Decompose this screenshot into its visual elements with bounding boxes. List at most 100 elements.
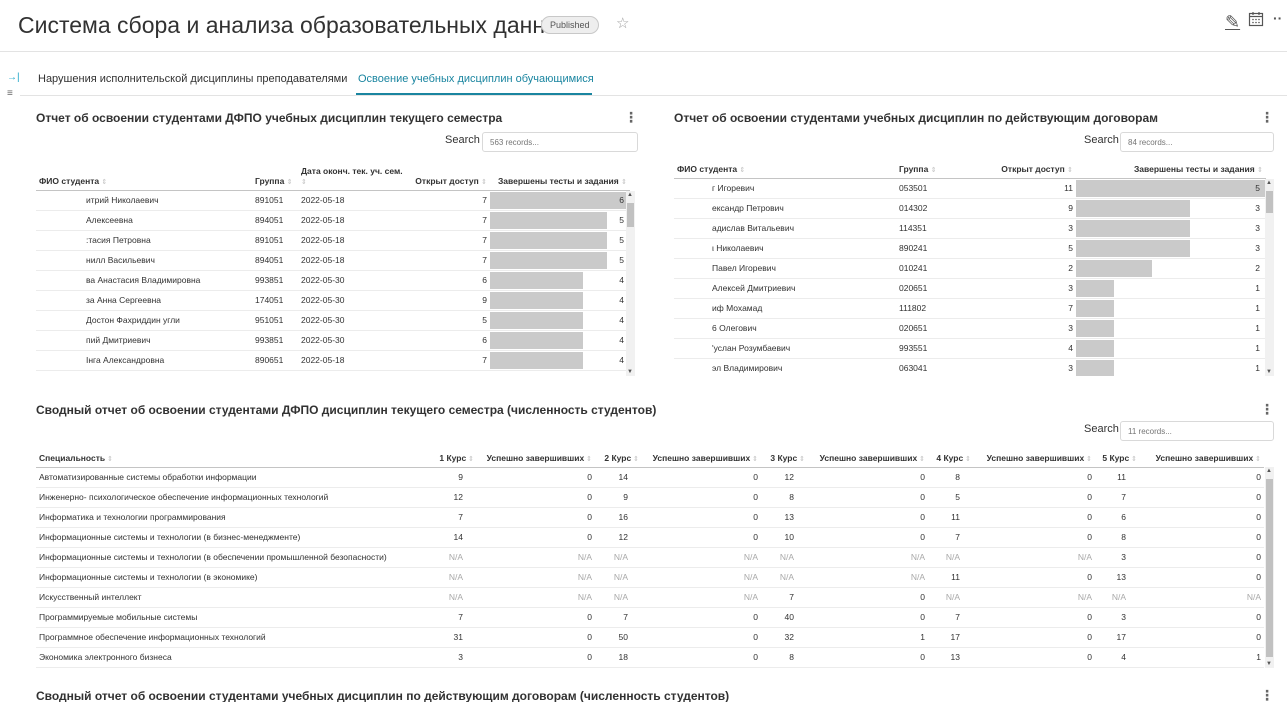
calendar-icon[interactable] (1248, 11, 1264, 32)
col-header-group[interactable]: Группа ⇕ (252, 159, 298, 191)
table-row[interactable]: за Анна Сергеевна 174051 2022-05-30 9 4 (36, 290, 630, 311)
table-row[interactable]: Экономика электронного бизнеса 3 0 18 0 8 0 13 0… (36, 647, 1264, 668)
student-name: эл Владимирович (674, 358, 896, 376)
tab-discipline-mastering[interactable]: Освоение учебных дисциплин обучающимися (358, 73, 594, 85)
table-row[interactable]: Алексей Дмитриевич 020651 3 1 (674, 278, 1266, 299)
table-row[interactable]: нилл Васильевич 894051 2022-05-18 7 5 (36, 250, 630, 271)
count-cell: 0 (477, 607, 595, 628)
pencil-icon[interactable]: ✎ (1225, 12, 1240, 33)
table-row[interactable]: Программное обеспечение информационных т… (36, 627, 1264, 648)
col-header-end-date[interactable]: Дата оконч. тек. уч. сем. ⇕ (298, 159, 406, 191)
completed-value: 1 (1255, 282, 1260, 293)
count-cell: 8 (761, 487, 808, 508)
table-scrollbar[interactable]: ▲ ▼ (1265, 467, 1274, 668)
search-input[interactable] (1120, 132, 1274, 152)
table-scrollbar[interactable]: ▲ ▼ (1265, 179, 1274, 376)
panel-contract-student-report: Отчет об освоении студентами учебных дис… (674, 109, 1274, 376)
scrollbar-thumb[interactable] (627, 203, 634, 227)
count-cell: N/A (477, 547, 595, 568)
end-date-cell: 2022-05-30 (298, 270, 406, 291)
search-input[interactable] (482, 132, 638, 152)
table-row[interactable]: адислав Витальевич 114351 3 3 (674, 218, 1266, 239)
count-cell: 16 (595, 507, 642, 528)
table-row[interactable]: итрий Николаевич 891051 2022-05-18 7 6 (36, 190, 630, 211)
access-cell: 9 (406, 290, 490, 311)
count-cell: 0 (477, 507, 595, 528)
col-header-course[interactable]: 1 Курс ⇕ (434, 447, 477, 468)
col-header-completed[interactable]: Завершены тесты и задания ⇕ (1076, 157, 1266, 179)
table-row[interactable]: г Игоревич 053501 11 5 (674, 178, 1266, 199)
col-header-student[interactable]: ФИО студента ⇕ (674, 157, 896, 179)
expand-filter-icon[interactable]: →| (7, 72, 20, 83)
col-header-access[interactable]: Открыт доступ ⇕ (986, 157, 1076, 179)
completed-cell: 5 (490, 230, 630, 251)
table-row[interactable]: 'услан Розумбаевич 993551 4 1 (674, 338, 1266, 359)
completed-bar (490, 211, 607, 229)
specialty-cell: Автоматизированные системы обработки инф… (36, 467, 434, 488)
end-date-cell: 2022-05-18 (298, 250, 406, 271)
group-cell: 993551 (896, 338, 986, 359)
table-scrollbar[interactable]: ▲ ▼ (626, 191, 635, 376)
tab-discipline-violations[interactable]: Нарушения исполнительской дисциплины пре… (38, 73, 347, 85)
table-row[interactable]: Павел Игоревич 010241 2 2 (674, 258, 1266, 279)
completed-value: 4 (619, 314, 624, 325)
col-header-completed[interactable]: Успешно завершивших ⇕ (974, 447, 1095, 468)
col-header-specialty[interactable]: Специальность ⇕ (36, 447, 434, 468)
table-row[interactable]: иф Мохамад 111802 7 1 (674, 298, 1266, 319)
table-row[interactable]: 6 Олегович 020651 3 1 (674, 318, 1266, 339)
table-row[interactable]: Алексеевна 894051 2022-05-18 7 5 (36, 210, 630, 231)
more-horizontal-icon[interactable]: ·· (1273, 10, 1282, 26)
count-cell: 0 (808, 467, 928, 488)
col-header-completed[interactable]: Завершены тесты и задания ⇕ (490, 159, 630, 191)
table-row[interactable]: Искусственный интеллект N/A N/A N/A N/A 7 0 N/A… (36, 587, 1264, 608)
table-row[interactable]: Інга Александровна 890651 2022-05-18 7 4 (36, 350, 630, 371)
table-row[interactable]: ександр Петрович 014302 9 3 (674, 198, 1266, 219)
completed-bar (1076, 339, 1114, 357)
filter-icon[interactable]: ≡ (7, 88, 13, 99)
col-header-completed[interactable]: Успешно завершивших ⇕ (1140, 447, 1264, 468)
col-header-access[interactable]: Открыт доступ ⇕ (406, 159, 490, 191)
panel-menu-icon[interactable]: ⋮ (1260, 109, 1274, 126)
scrollbar-thumb[interactable] (1266, 479, 1273, 657)
group-cell: 951051 (252, 310, 298, 331)
scrollbar-thumb[interactable] (1266, 191, 1273, 213)
search-input[interactable] (1120, 421, 1274, 441)
count-cell: 0 (1140, 467, 1264, 488)
table-row[interactable]: Информационные системы и технологии (в о… (36, 547, 1264, 568)
table-row[interactable]: ва Анастасия Владимировна 993851 2022-05-3… (36, 270, 630, 291)
count-cell: N/A (477, 587, 595, 608)
panel-menu-icon[interactable]: ⋮ (1260, 689, 1274, 702)
count-cell: 0 (1140, 487, 1264, 508)
col-header-course[interactable]: 2 Курс ⇕ (595, 447, 642, 468)
col-header-course[interactable]: 3 Курс ⇕ (761, 447, 808, 468)
table-row[interactable]: Программируемые мобильные системы 7 0 7 0 40 0… (36, 607, 1264, 628)
panel-menu-icon[interactable]: ⋮ (1260, 401, 1274, 418)
count-cell: 9 (595, 487, 642, 508)
table-row[interactable]: :тасия Петровна 891051 2022-05-18 7 5 (36, 230, 630, 251)
col-header-course[interactable]: 4 Курс ⇕ (928, 447, 974, 468)
col-header-group[interactable]: Группа ⇕ (896, 157, 986, 179)
col-header-completed[interactable]: Успешно завершивших ⇕ (808, 447, 928, 468)
count-cell: 10 (761, 527, 808, 548)
table-row[interactable]: Достон Фахриддин угли 951051 2022-05-30 5 4 (36, 310, 630, 331)
col-header-course[interactable]: 5 Курс ⇕ (1095, 447, 1140, 468)
count-cell: 7 (928, 607, 974, 628)
table-row[interactable]: Автоматизированные системы обработки инф… (36, 467, 1264, 488)
completed-value: 4 (619, 294, 624, 305)
table-row[interactable]: Инженерно- психологическое обеспечение и… (36, 487, 1264, 508)
table-row[interactable]: Информационные системы и технологии (в б… (36, 527, 1264, 548)
table-row[interactable]: пий Дмитриевич 993851 2022-05-30 6 4 (36, 330, 630, 351)
col-header-completed[interactable]: Успешно завершивших ⇕ (477, 447, 595, 468)
table-row[interactable]: Информационные системы и технологии (в э… (36, 567, 1264, 588)
group-cell: 114351 (896, 218, 986, 239)
count-cell: 0 (1140, 627, 1264, 648)
star-icon[interactable]: ☆ (616, 14, 629, 32)
student-name: адислав Витальевич (674, 218, 896, 239)
table-row[interactable]: эл Владимирович 063041 3 1 (674, 358, 1266, 376)
panel-menu-icon[interactable]: ⋮ (624, 109, 638, 126)
table-row[interactable]: ι Николаевич 890241 5 3 (674, 238, 1266, 259)
col-header-student[interactable]: ФИО студента ⇕ (36, 159, 252, 191)
table-row[interactable]: Информатика и технологии программировани… (36, 507, 1264, 528)
access-cell: 2 (986, 258, 1076, 279)
col-header-completed[interactable]: Успешно завершивших ⇕ (642, 447, 761, 468)
